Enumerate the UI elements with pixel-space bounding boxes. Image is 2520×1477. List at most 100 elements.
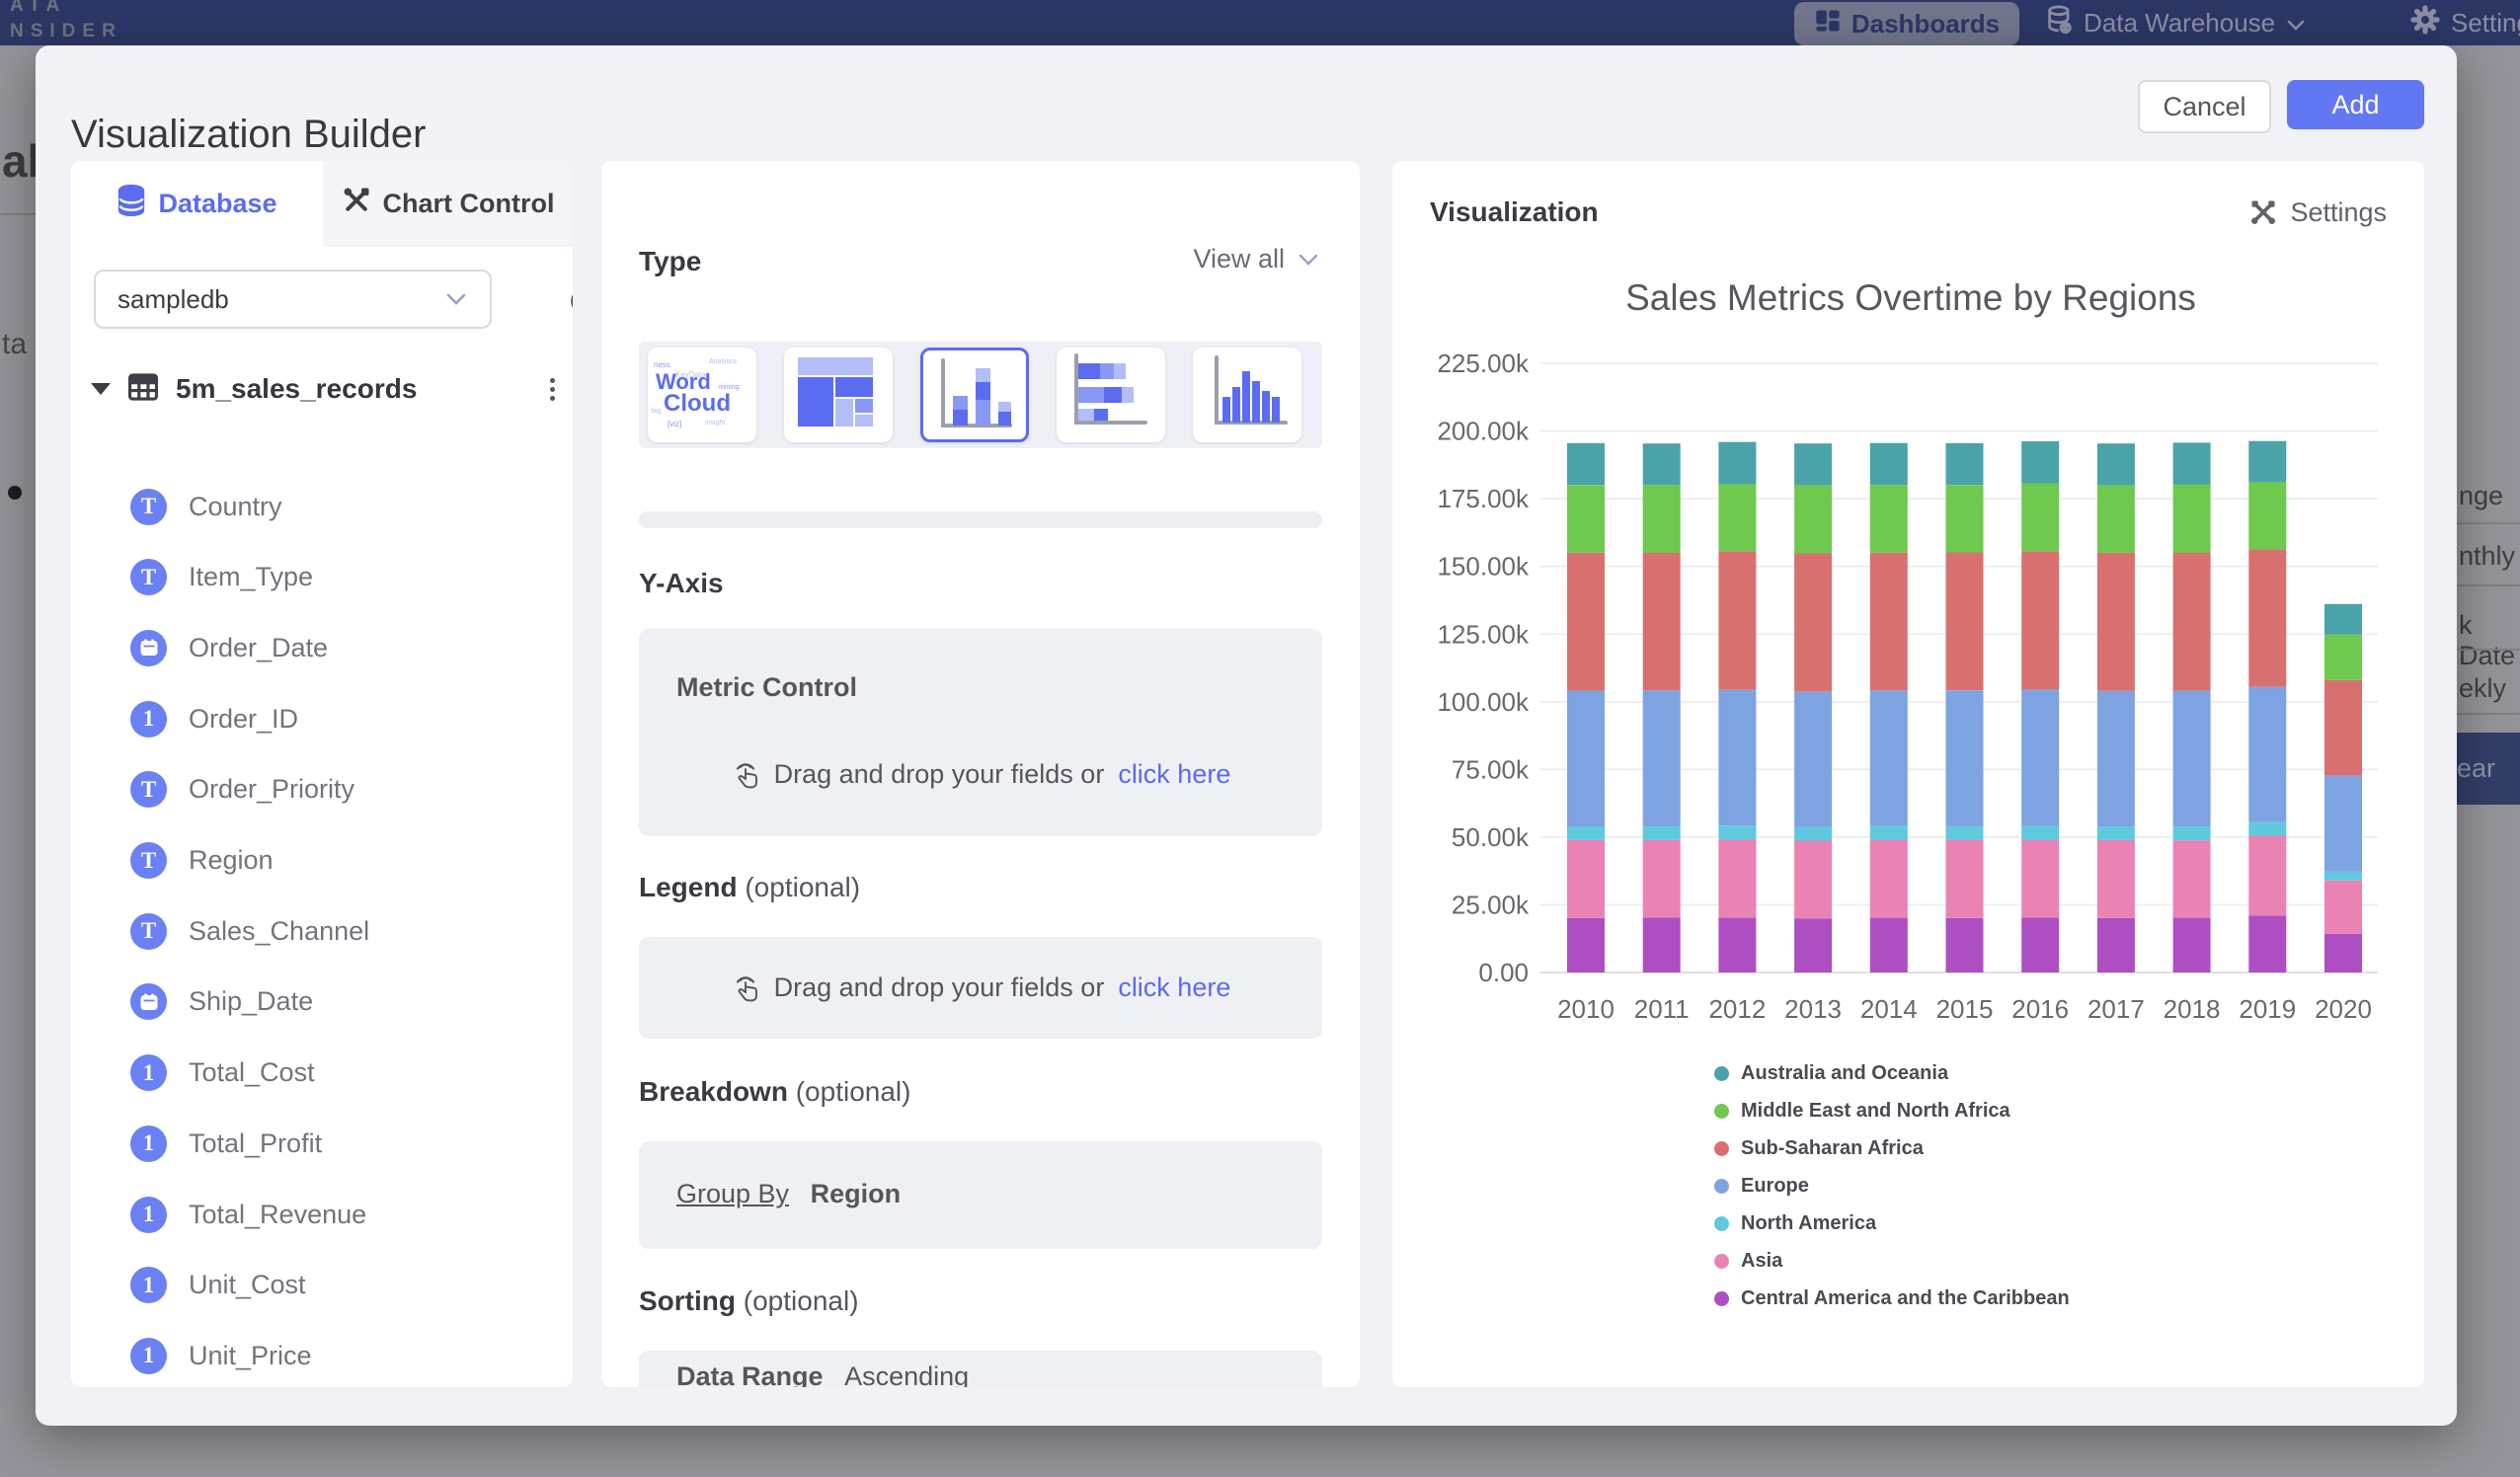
legend-item[interactable]: Middle East and North Africa <box>1714 1092 2010 1129</box>
divider <box>2457 713 2520 715</box>
underlying-menu-item-selected: ear <box>2457 733 2520 805</box>
chevron-down-icon <box>2285 8 2307 39</box>
dashboards-icon <box>1814 7 1842 41</box>
legend-optional-label: (optional) <box>745 872 860 902</box>
legend-item[interactable]: Sub-Saharan Africa <box>1714 1129 1924 1167</box>
legend-item-label: North America <box>1741 1212 1876 1235</box>
field-type-number-icon: 1 <box>130 1054 167 1091</box>
nav-data-warehouse[interactable]: Data Warehouse <box>2046 0 2307 45</box>
underlying-bullet-dot <box>8 486 22 500</box>
field-row[interactable]: TItem_Type <box>130 556 555 599</box>
field-row[interactable]: Order_Date <box>130 626 555 669</box>
field-label: Ship_Date <box>189 986 313 1017</box>
field-row[interactable]: 1 Order_ID <box>130 697 555 740</box>
chart-legend: Australia and Oceania Middle East and Nor… <box>1392 161 2424 1387</box>
legend-color-dot <box>1714 1104 1729 1119</box>
hand-click-icon <box>731 757 760 791</box>
field-row[interactable]: 1 Total_Cost <box>130 1051 555 1095</box>
legend-color-dot <box>1714 1179 1729 1194</box>
field-type-number-icon: 1 <box>130 1126 167 1162</box>
svg-text:insight: insight <box>705 420 725 427</box>
nav-data-warehouse-label: Data Warehouse <box>2084 8 2275 39</box>
field-label: Total_Cost <box>189 1057 315 1088</box>
field-type-number-icon: 1 <box>130 1267 167 1303</box>
legend-item[interactable]: Europe <box>1714 1167 1809 1205</box>
gear-icon <box>2409 4 2441 42</box>
add-button[interactable]: Add <box>2287 80 2424 129</box>
chart-type-stacked-bar[interactable] <box>1057 348 1165 442</box>
field-label: Country <box>189 492 282 522</box>
legend-item[interactable]: Asia <box>1714 1242 1782 1280</box>
nav-dashboards-label: Dashboards <box>1851 9 2000 39</box>
group-by-label[interactable]: Group By <box>676 1179 789 1208</box>
field-row[interactable]: 1 Unit_Cost <box>130 1264 555 1307</box>
sorting-box[interactable]: Data Range Ascending <box>639 1351 1322 1387</box>
underlying-menu-item: k Date <box>2459 610 2520 671</box>
field-row[interactable]: Ship_Date <box>130 980 555 1024</box>
field-label: Total_Revenue <box>189 1200 366 1230</box>
screen: ATA NSIDER Dashboards <box>0 0 2520 1477</box>
underlying-menu-item: ekly <box>2459 673 2520 704</box>
legend-dropzone[interactable]: Drag and drop your fields or click here <box>639 937 1322 1039</box>
field-row[interactable]: 1Unit_Price <box>130 1334 555 1377</box>
metric-control-label: Metric Control <box>676 672 857 703</box>
field-type-date-icon <box>130 983 167 1020</box>
nav-settings[interactable]: Settings <box>2409 0 2520 45</box>
drop-hint-text: Drag and drop your fields or <box>774 759 1105 790</box>
field-row[interactable]: 1Total_Profit <box>130 1122 555 1165</box>
legend-color-dot <box>1714 1291 1729 1306</box>
legend-color-dot <box>1714 1216 1729 1231</box>
field-type-text-icon: T <box>130 771 167 808</box>
legend-item[interactable]: Central America and the Caribbean <box>1714 1280 2070 1317</box>
field-row[interactable]: 1Total_Revenue <box>130 1193 555 1236</box>
data-warehouse-icon <box>2046 5 2074 41</box>
sorting-row-label: Data Range <box>676 1361 824 1387</box>
legend-section-title: Legend <box>639 872 738 902</box>
hand-click-icon <box>731 971 760 1004</box>
legend-click-here-link[interactable]: click here <box>1118 972 1230 1003</box>
field-row[interactable]: TRegion <box>130 839 555 883</box>
type-section-title: Type <box>639 246 701 277</box>
field-label: Item_Type <box>189 562 313 592</box>
nav-settings-label: Settings <box>2451 8 2520 39</box>
chart-type-treemap[interactable] <box>784 348 893 442</box>
visualization-builder-modal: Visualization Builder Cancel Add Databas… <box>36 45 2457 1426</box>
nav-dashboards[interactable]: Dashboards <box>1794 2 2019 45</box>
field-label: Unit_Price <box>189 1341 312 1371</box>
legend-item-label: Middle East and North Africa <box>1741 1100 2010 1123</box>
chart-type-scrollbar[interactable] <box>639 511 1322 528</box>
chevron-down-icon <box>1297 252 1320 268</box>
legend-color-dot <box>1714 1141 1729 1156</box>
chart-type-strip: nessAnalyticsKeyDataminingWordCloud[viz]… <box>639 342 1322 448</box>
svg-text:ness: ness <box>654 360 670 369</box>
field-row[interactable]: TSales_Channel <box>130 909 555 953</box>
divider <box>2457 522 2520 524</box>
field-label: Order_ID <box>189 704 298 735</box>
svg-text:Cloud: Cloud <box>664 390 731 417</box>
chart-type-column[interactable] <box>1193 348 1301 442</box>
legend-item-label: Sub-Saharan Africa <box>1741 1137 1924 1160</box>
metric-control-dropzone[interactable]: Metric Control Drag and drop your fields… <box>639 629 1322 836</box>
view-all-button[interactable]: View all <box>1193 244 1320 274</box>
visualization-panel: Visualization Settings Sales Metrics Ove… <box>1392 161 2424 1387</box>
underlying-page-text-fragment: ta <box>2 328 27 361</box>
chart-type-word-cloud[interactable]: nessAnalyticsKeyDataminingWordCloud[viz]… <box>648 348 756 442</box>
field-label: Sales_Channel <box>189 916 369 947</box>
top-nav-bar: ATA NSIDER Dashboards <box>0 0 2520 45</box>
metric-click-here-link[interactable]: click here <box>1118 759 1230 790</box>
field-row[interactable]: TCountry <box>130 485 555 528</box>
chart-type-stacked-column[interactable] <box>920 348 1029 442</box>
breakdown-section-title: Breakdown <box>639 1076 788 1107</box>
field-label: Order_Priority <box>189 774 354 805</box>
field-row[interactable]: T Order_Priority <box>130 768 555 812</box>
group-by-value[interactable]: Region <box>811 1179 902 1208</box>
legend-item[interactable]: Australia and Oceania <box>1714 1054 1948 1092</box>
divider <box>2457 649 2520 651</box>
legend-color-dot <box>1714 1066 1729 1081</box>
breakdown-box[interactable]: Group By Region <box>639 1141 1322 1249</box>
legend-item[interactable]: North America <box>1714 1205 1876 1242</box>
field-type-number-icon: 1 <box>130 701 167 738</box>
svg-text:big: big <box>652 408 661 415</box>
cancel-button[interactable]: Cancel <box>2138 80 2271 133</box>
field-label: Unit_Cost <box>189 1270 306 1300</box>
